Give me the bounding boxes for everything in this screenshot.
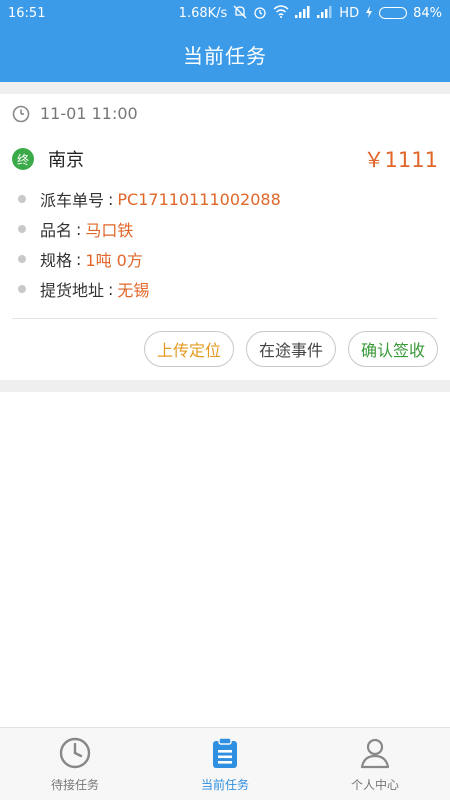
alarm-icon: [253, 5, 267, 22]
status-bar: 16:51 1.68K/s HD 84%: [0, 0, 450, 26]
detail-value: 1吨 0方: [85, 251, 143, 270]
task-time: 11-01 11:00: [40, 104, 138, 123]
task-details: 派车单号 : PC17110111002088 品名 : 马口铁 规格 : 1吨…: [16, 184, 438, 304]
detail-label: 规格: [40, 251, 73, 270]
detail-separator: :: [76, 219, 82, 239]
signal-icon: [295, 5, 311, 21]
detail-separator: :: [108, 189, 114, 209]
wifi-icon: [273, 5, 289, 21]
mute-icon: [233, 5, 247, 22]
task-actions: 上传定位 在途事件 确认签收: [143, 331, 438, 367]
detail-value: 马口铁: [85, 221, 134, 240]
network-speed: 1.68K/s: [178, 5, 228, 21]
task-card[interactable]: 11-01 11:00 终 南京 ￥1111 派车单号 : PC17110111…: [0, 94, 450, 380]
tab-label: 个人中心: [350, 777, 399, 792]
card-divider: [12, 318, 438, 319]
status-time: 16:51: [8, 5, 46, 21]
detail-value: 无锡: [117, 281, 150, 300]
bottom-tabbar: 待接任务 当前任务 个人中心: [0, 727, 450, 800]
transit-event-button[interactable]: 在途事件: [245, 331, 336, 367]
tab-personal-center[interactable]: 个人中心: [300, 728, 450, 800]
battery-icon: [379, 7, 408, 19]
tab-label: 待接任务: [50, 777, 99, 792]
battery-percent: 84%: [413, 5, 442, 21]
detail-value: PC17110111002088: [117, 189, 281, 209]
task-price: ￥1111: [363, 148, 438, 172]
bullet-dot: [18, 195, 26, 203]
end-badge: 终: [12, 148, 34, 170]
charging-icon: [365, 5, 373, 21]
detail-label: 派车单号: [40, 191, 105, 210]
detail-separator: :: [76, 249, 82, 269]
destination-name: 南京: [48, 150, 84, 171]
destination-row: 终 南京 ￥1111: [12, 144, 438, 174]
upload-location-button[interactable]: 上传定位: [143, 331, 234, 367]
bullet-dot: [18, 255, 26, 263]
detail-dispatch-no: 派车单号 : PC17110111002088: [16, 184, 438, 214]
detail-pickup-address: 提货地址 : 无锡: [16, 274, 438, 304]
network-type: HD: [339, 5, 360, 21]
confirm-receipt-button[interactable]: 确认签收: [347, 331, 438, 367]
detail-separator: :: [108, 279, 114, 299]
detail-spec: 规格 : 1吨 0方: [16, 244, 438, 274]
bullet-dot: [18, 225, 26, 233]
detail-product-name: 品名 : 马口铁: [16, 214, 438, 244]
signal-icon-2: [317, 5, 333, 21]
app-header: 当前任务: [0, 26, 450, 82]
page-title: 当前任务: [183, 43, 267, 68]
status-indicators: 1.68K/s HD 84%: [179, 5, 442, 22]
person-icon: [360, 738, 390, 768]
clock-icon: [12, 105, 30, 122]
clock-icon: [59, 737, 91, 768]
task-time-row: 11-01 11:00: [12, 104, 138, 123]
tab-current-tasks[interactable]: 当前任务: [150, 728, 300, 800]
clipboard-icon: [213, 736, 237, 768]
detail-label: 品名: [40, 221, 73, 240]
empty-content-area: [0, 392, 450, 727]
tab-pending-tasks[interactable]: 待接任务: [0, 728, 150, 800]
bullet-dot: [18, 285, 26, 293]
tab-label: 当前任务: [200, 777, 249, 792]
detail-label: 提货地址: [40, 281, 105, 300]
